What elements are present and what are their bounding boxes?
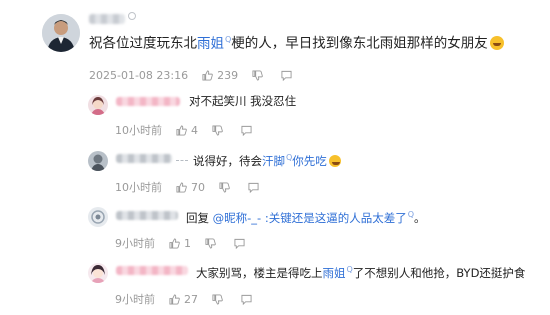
timestamp: 10小时前 bbox=[115, 181, 162, 194]
reply-username-blurred[interactable] bbox=[116, 211, 178, 220]
thumbs-up-icon bbox=[169, 293, 180, 305]
comment-icon bbox=[241, 125, 252, 136]
reply-avatar[interactable] bbox=[88, 263, 108, 283]
dislike-button[interactable] bbox=[252, 70, 267, 81]
dislike-button[interactable] bbox=[219, 181, 234, 193]
timestamp: 9小时前 bbox=[115, 293, 155, 306]
main-comment-meta: 2025-01-08 23:16 239 bbox=[89, 69, 296, 82]
thumbs-up-icon bbox=[176, 124, 187, 136]
reply-avatar[interactable] bbox=[88, 207, 108, 227]
thumbs-up-icon bbox=[202, 70, 213, 81]
thumbs-down-icon bbox=[219, 181, 230, 193]
laugh-cry-emoji-icon bbox=[328, 154, 341, 167]
reply-button[interactable] bbox=[241, 125, 256, 136]
pattern-avatar-icon bbox=[88, 207, 108, 227]
girl-avatar-icon bbox=[88, 95, 108, 115]
thumbs-up-icon bbox=[169, 237, 180, 249]
dislike-button[interactable] bbox=[212, 293, 227, 305]
like-count: 1 bbox=[184, 236, 191, 250]
thumbs-down-icon bbox=[212, 293, 223, 305]
man-portrait-avatar-icon bbox=[42, 14, 80, 52]
mention-link[interactable]: @昵称-_- :关键还是这逼的人品太差了Q bbox=[213, 210, 414, 225]
laugh-cry-emoji-icon bbox=[489, 35, 504, 50]
thumbs-down-icon bbox=[212, 124, 223, 136]
username-blurred[interactable] bbox=[89, 14, 125, 24]
anime-girl-avatar-icon bbox=[88, 263, 108, 283]
like-button[interactable]: 70 bbox=[176, 181, 205, 194]
topic-link[interactable]: 雨姐Q bbox=[323, 265, 353, 280]
reply-text: 对不起笑川 我没忍住 bbox=[189, 94, 297, 108]
dislike-button[interactable] bbox=[205, 237, 220, 249]
reply-meta: 10小时前 70 bbox=[115, 179, 263, 195]
comment-icon bbox=[241, 294, 252, 305]
reply-meta: 10小时前 4 bbox=[115, 122, 256, 138]
comment-icon bbox=[281, 70, 292, 81]
topic-link[interactable]: 雨姐Q bbox=[197, 35, 231, 52]
reply-meta: 9小时前 1 bbox=[115, 235, 249, 251]
reply-avatar[interactable] bbox=[88, 151, 108, 171]
like-button[interactable]: 239 bbox=[202, 69, 238, 82]
reply-text: 说得好，待会汗脚Q你先吃 bbox=[193, 150, 341, 169]
topic-link[interactable]: 汗脚Q你先吃 bbox=[262, 153, 327, 168]
like-button[interactable]: 4 bbox=[176, 124, 198, 137]
like-count: 27 bbox=[184, 292, 198, 306]
like-button[interactable]: 1 bbox=[169, 237, 191, 250]
reply-button[interactable] bbox=[241, 294, 256, 305]
like-count: 4 bbox=[191, 123, 198, 137]
thumbs-down-icon bbox=[205, 237, 216, 249]
thumbs-up-icon bbox=[176, 181, 187, 193]
main-comment-text: 祝各位过度玩东北雨姐Q梗的人，早日找到像东北雨姐那样的女朋友 bbox=[89, 30, 504, 54]
avatar[interactable] bbox=[42, 14, 80, 52]
reply-avatar[interactable] bbox=[88, 95, 108, 115]
reply-username-blurred[interactable] bbox=[116, 266, 188, 275]
timestamp: 9小时前 bbox=[115, 237, 155, 250]
dislike-button[interactable] bbox=[212, 124, 227, 136]
reply-button[interactable] bbox=[234, 238, 249, 249]
dark-avatar-icon bbox=[88, 151, 108, 171]
reply-text: 回复 @昵称-_- :关键还是这逼的人品太差了Q。 bbox=[186, 210, 426, 225]
comment-icon bbox=[248, 182, 259, 193]
thumbs-down-icon bbox=[252, 70, 263, 81]
like-button[interactable]: 27 bbox=[169, 293, 198, 306]
reply-button[interactable] bbox=[281, 70, 296, 81]
like-count: 70 bbox=[191, 180, 205, 194]
timestamp: 10小时前 bbox=[115, 124, 162, 137]
level-icon bbox=[128, 12, 136, 20]
comment-icon bbox=[234, 238, 245, 249]
reply-username-blurred[interactable] bbox=[116, 154, 172, 163]
like-count: 239 bbox=[217, 69, 239, 82]
timestamp: 2025-01-08 23:16 bbox=[89, 69, 189, 82]
reply-username-blurred[interactable] bbox=[116, 97, 180, 106]
reply-button[interactable] bbox=[248, 182, 263, 193]
reply-meta: 9小时前 27 bbox=[115, 291, 256, 307]
username-decoration bbox=[176, 154, 188, 161]
reply-text: 大家别骂，楼主是得吃上雨姐Q了不想别人和他抢，BYD还挺护食 bbox=[196, 265, 526, 280]
